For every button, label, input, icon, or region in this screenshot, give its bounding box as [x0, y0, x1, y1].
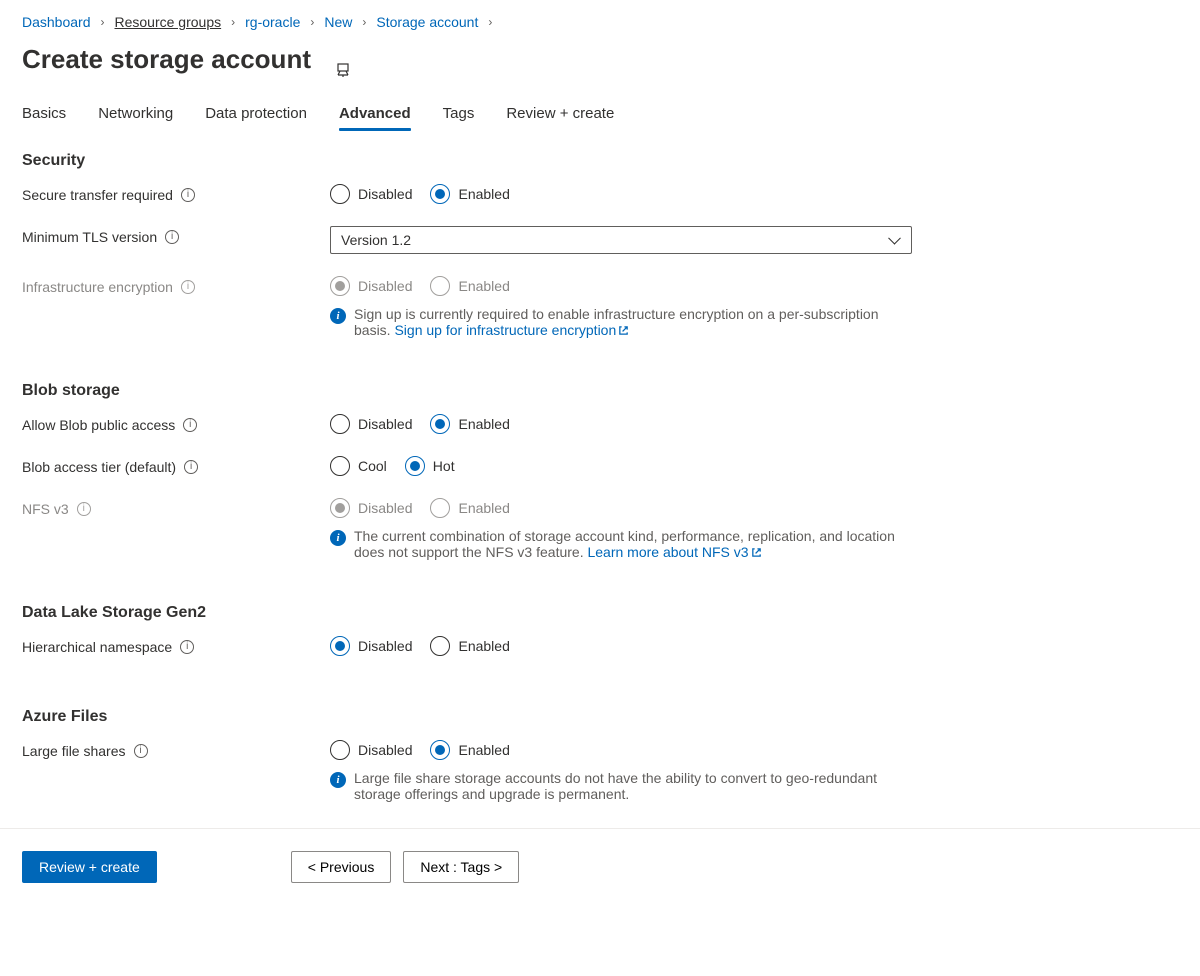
- label-large-file-shares: Large file shares: [22, 743, 126, 759]
- nfs-learn-more-link[interactable]: Learn more about NFS v3: [587, 544, 761, 560]
- infra-encryption-signup-link[interactable]: Sign up for infrastructure encryption: [394, 322, 629, 338]
- blob-tier-hot[interactable]: Hot: [405, 456, 455, 476]
- external-link-icon: [618, 323, 629, 334]
- label-secure-transfer: Secure transfer required: [22, 187, 173, 203]
- info-icon[interactable]: i: [165, 230, 179, 244]
- breadcrumb-new[interactable]: New: [324, 14, 352, 30]
- blob-public-disabled[interactable]: Disabled: [330, 414, 412, 434]
- large-files-enabled[interactable]: Enabled: [430, 740, 509, 760]
- hns-enabled[interactable]: Enabled: [430, 636, 509, 656]
- blob-tier-radio-group: Cool Hot: [330, 456, 912, 476]
- section-security: Security: [22, 152, 1178, 170]
- min-tls-select[interactable]: Version 1.2: [330, 226, 912, 254]
- secure-transfer-enabled[interactable]: Enabled: [430, 184, 509, 204]
- infra-encryption-info: i Sign up is currently required to enabl…: [330, 306, 912, 338]
- breadcrumb-dashboard[interactable]: Dashboard: [22, 14, 91, 30]
- wizard-footer: Review + create < Previous Next : Tags >: [0, 828, 1200, 903]
- info-icon[interactable]: i: [181, 188, 195, 202]
- tab-tags[interactable]: Tags: [443, 99, 475, 130]
- tab-advanced[interactable]: Advanced: [339, 99, 411, 130]
- infra-encryption-disabled: Disabled: [330, 276, 412, 296]
- section-azure-files: Azure Files: [22, 708, 1178, 726]
- label-blob-public-access: Allow Blob public access: [22, 417, 175, 433]
- pin-icon[interactable]: [335, 62, 351, 81]
- breadcrumb-resource-groups[interactable]: Resource groups: [115, 14, 222, 30]
- nfs-info: i The current combination of storage acc…: [330, 528, 912, 560]
- chevron-right-icon: ›: [362, 15, 366, 29]
- tab-basics[interactable]: Basics: [22, 99, 66, 130]
- label-blob-access-tier: Blob access tier (default): [22, 459, 176, 475]
- infra-encryption-radio-group: Disabled Enabled: [330, 276, 912, 296]
- info-icon[interactable]: i: [183, 418, 197, 432]
- info-icon[interactable]: i: [77, 502, 91, 516]
- breadcrumb-storage-account[interactable]: Storage account: [376, 14, 478, 30]
- nfs-enabled: Enabled: [430, 498, 509, 518]
- large-files-disabled[interactable]: Disabled: [330, 740, 412, 760]
- secure-transfer-radio-group: Disabled Enabled: [330, 184, 912, 204]
- chevron-right-icon: ›: [488, 15, 492, 29]
- info-badge-icon: i: [330, 772, 346, 788]
- large-files-info: i Large file share storage accounts do n…: [330, 770, 912, 802]
- chevron-right-icon: ›: [231, 15, 235, 29]
- page-title: Create storage account: [22, 44, 311, 75]
- breadcrumb-rg-oracle[interactable]: rg-oracle: [245, 14, 300, 30]
- info-badge-icon: i: [330, 308, 346, 324]
- next-button[interactable]: Next : Tags >: [403, 851, 519, 883]
- blob-public-enabled[interactable]: Enabled: [430, 414, 509, 434]
- review-create-button[interactable]: Review + create: [22, 851, 157, 883]
- blob-tier-cool[interactable]: Cool: [330, 456, 387, 476]
- hns-disabled[interactable]: Disabled: [330, 636, 412, 656]
- tab-review[interactable]: Review + create: [506, 99, 614, 130]
- label-infra-encryption: Infrastructure encryption: [22, 279, 173, 295]
- section-data-lake: Data Lake Storage Gen2: [22, 604, 1178, 622]
- tabs: Basics Networking Data protection Advanc…: [22, 99, 1178, 130]
- external-link-icon: [751, 545, 762, 556]
- previous-button[interactable]: < Previous: [291, 851, 392, 883]
- nfs-disabled: Disabled: [330, 498, 412, 518]
- label-min-tls: Minimum TLS version: [22, 229, 157, 245]
- nfs-radio-group: Disabled Enabled: [330, 498, 912, 518]
- info-icon[interactable]: i: [134, 744, 148, 758]
- blob-public-radio-group: Disabled Enabled: [330, 414, 912, 434]
- hns-radio-group: Disabled Enabled: [330, 636, 912, 656]
- label-hierarchical-namespace: Hierarchical namespace: [22, 639, 172, 655]
- info-icon[interactable]: i: [181, 280, 195, 294]
- chevron-right-icon: ›: [101, 15, 105, 29]
- infra-encryption-enabled: Enabled: [430, 276, 509, 296]
- info-badge-icon: i: [330, 530, 346, 546]
- section-blob-storage: Blob storage: [22, 382, 1178, 400]
- info-icon[interactable]: i: [180, 640, 194, 654]
- label-nfs: NFS v3: [22, 501, 69, 517]
- tab-networking[interactable]: Networking: [98, 99, 173, 130]
- breadcrumb: Dashboard › Resource groups › rg-oracle …: [22, 10, 1178, 44]
- info-icon[interactable]: i: [184, 460, 198, 474]
- tab-data-protection[interactable]: Data protection: [205, 99, 307, 130]
- secure-transfer-disabled[interactable]: Disabled: [330, 184, 412, 204]
- large-files-radio-group: Disabled Enabled: [330, 740, 912, 760]
- chevron-right-icon: ›: [310, 15, 314, 29]
